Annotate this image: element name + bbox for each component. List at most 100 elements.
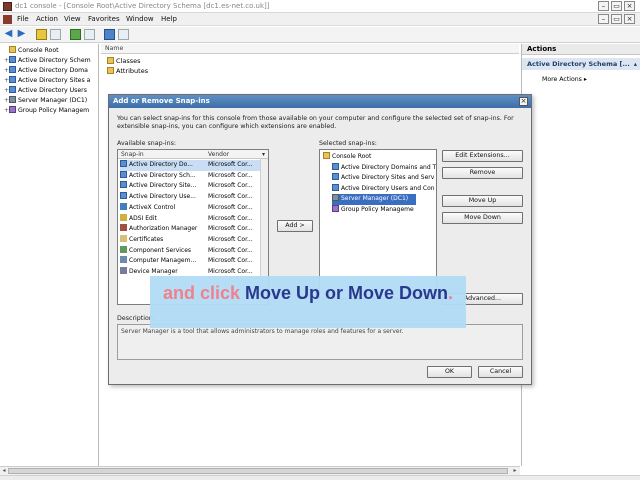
console-tree: Console Root + Active Directory Schem + Ac… — [0, 44, 99, 466]
adsi-icon — [120, 213, 127, 221]
back-arrow-icon[interactable]: ◀ — [3, 29, 14, 40]
folder-icon — [107, 67, 114, 74]
list-item[interactable]: Computer Managem... Microsoft Cor... — [120, 256, 260, 267]
tree-node[interactable]: + Active Directory Schem — [4, 56, 98, 65]
list-header: Snap-in Vendor ▾ — [118, 150, 268, 159]
menu-action[interactable]: Action — [36, 15, 58, 23]
name-column-header[interactable]: Name — [101, 44, 519, 54]
move-up-button[interactable]: Move Up — [442, 195, 523, 207]
server-icon — [9, 96, 16, 103]
mdi-close-button[interactable]: × — [624, 14, 635, 24]
list-item[interactable]: Attributes — [107, 67, 148, 76]
list-item[interactable]: Active Directory Use... Microsoft Cor... — [120, 192, 260, 203]
dialog-description: You can select snap-ins for this console… — [117, 115, 514, 130]
list-item[interactable]: Certificates Microsoft Cor... — [120, 234, 260, 246]
list-item[interactable]: Active Directory Users and Con — [332, 183, 436, 195]
ad-icon — [120, 170, 127, 178]
list-item[interactable]: Authorization Manager Microsoft Cor... — [120, 224, 260, 235]
up-folder-icon[interactable] — [36, 29, 47, 40]
ok-button[interactable]: OK — [427, 366, 472, 378]
list-item[interactable]: Active Directory Sch... Microsoft Cor... — [120, 170, 260, 182]
list-item-selected[interactable]: Server Manager (DC1) — [332, 194, 416, 205]
collapse-arrow-icon[interactable]: ▴ — [634, 58, 637, 70]
list-item[interactable]: Active Directory Domains and T — [332, 162, 436, 174]
list-item[interactable]: Classes — [107, 57, 141, 66]
mdi-restore-button[interactable]: ▭ — [611, 14, 622, 24]
help-icon[interactable] — [104, 29, 115, 40]
actions-section[interactable]: Active Directory Schema [... ▴ — [522, 58, 640, 70]
cancel-button[interactable]: Cancel — [478, 366, 523, 378]
horizontal-scrollbar[interactable]: ◂ ▸ — [0, 466, 520, 475]
list-item[interactable]: ADSI Edit Microsoft Cor... — [120, 213, 260, 225]
certificate-icon — [120, 234, 127, 242]
menu-bar: File Action View Favorites Window Help — [0, 13, 640, 26]
dialog-close-icon[interactable]: × — [519, 97, 528, 106]
list-item[interactable]: Active Directory Site... Microsoft Cor... — [120, 181, 260, 192]
tree-node[interactable]: + Active Directory Doma — [4, 66, 98, 75]
computer-icon — [120, 256, 127, 264]
show-hide-tree-icon[interactable] — [50, 29, 61, 40]
list-item[interactable]: ActiveX Control Microsoft Cor... — [120, 202, 260, 214]
scroll-left-icon[interactable]: ◂ — [0, 467, 8, 475]
close-button[interactable]: × — [624, 1, 635, 11]
toolbar: ◀ ▶ — [0, 27, 640, 43]
list-item[interactable]: Console Root — [323, 152, 435, 163]
mmc-app-icon — [3, 2, 12, 11]
list-item[interactable]: Group Policy Manageme — [332, 204, 436, 216]
ad-icon — [9, 56, 16, 63]
list-item[interactable]: Active Directory Sites and Serv — [332, 173, 436, 184]
remove-button[interactable]: Remove — [442, 167, 523, 179]
export-list-icon[interactable] — [84, 29, 95, 40]
list-item[interactable]: Component Services Microsoft Cor... — [120, 245, 260, 257]
activex-icon — [120, 202, 127, 210]
list-item[interactable]: Active Directory Do... Microsoft Cor... — [120, 160, 260, 171]
dialog-title: Add or Remove Snap-ins — [109, 95, 531, 108]
menu-file[interactable]: File — [17, 15, 29, 23]
tree-node[interactable]: + Active Directory Sites a — [4, 76, 98, 85]
more-actions-link[interactable]: More Actions ▸ — [542, 76, 587, 83]
menu-window[interactable]: Window — [126, 15, 154, 23]
snapin-column-header[interactable]: Snap-in — [121, 151, 144, 158]
forward-arrow-icon[interactable]: ▶ — [16, 29, 27, 40]
tree-node[interactable]: + Active Directory Users — [4, 86, 98, 95]
mdi-minimize-button[interactable]: – — [598, 14, 609, 24]
ad-icon — [120, 160, 127, 167]
edit-extensions-button[interactable]: Edit Extensions... — [442, 150, 523, 162]
console-icon[interactable] — [3, 15, 12, 24]
ad-icon — [120, 181, 127, 189]
actions-pane: Actions Active Directory Schema [... ▴ Mo… — [521, 44, 640, 466]
description-box: Server Manager is a tool that allows adm… — [117, 324, 523, 360]
tree-node[interactable]: + Group Policy Managem — [4, 106, 98, 115]
minimize-button[interactable]: – — [598, 1, 609, 11]
group-policy-icon — [332, 204, 339, 212]
ad-icon — [120, 192, 127, 200]
group-policy-icon — [9, 106, 16, 113]
callout-text: and click Move Up or Move Down. — [162, 283, 454, 303]
folder-icon — [107, 57, 114, 64]
scrollbar-thumb[interactable] — [8, 468, 508, 474]
available-snapins-label: Available snap-ins: — [117, 140, 177, 147]
menu-view[interactable]: View — [64, 15, 81, 23]
add-remove-snapins-dialog: Add or Remove Snap-ins × You can select … — [108, 94, 532, 385]
title-bar: dc1 console - [Console Root\Active Direc… — [0, 0, 640, 13]
folder-icon — [9, 46, 16, 53]
scroll-right-icon[interactable]: ▸ — [511, 467, 519, 475]
server-icon — [332, 194, 339, 201]
tree-node[interactable]: + Server Manager (DC1) — [4, 96, 98, 105]
sort-dropdown-icon[interactable]: ▾ — [262, 151, 265, 158]
add-button[interactable]: Add > — [277, 220, 313, 232]
move-down-button[interactable]: Move Down — [442, 212, 523, 224]
maximize-button[interactable]: ▭ — [611, 1, 622, 11]
ad-icon — [9, 66, 16, 73]
menu-favorites[interactable]: Favorites — [88, 15, 120, 23]
tree-node[interactable]: Console Root — [4, 46, 98, 55]
show-action-pane-icon[interactable] — [118, 29, 129, 40]
window-title: dc1 console - [Console Root\Active Direc… — [15, 2, 270, 10]
refresh-icon[interactable] — [70, 29, 81, 40]
menu-help[interactable]: Help — [161, 15, 177, 23]
device-icon — [120, 267, 127, 274]
vendor-column-header[interactable]: Vendor — [208, 151, 229, 158]
component-icon — [120, 245, 127, 253]
tutorial-callout: and click Move Up or Move Down. — [150, 276, 466, 328]
ad-icon — [9, 86, 16, 93]
